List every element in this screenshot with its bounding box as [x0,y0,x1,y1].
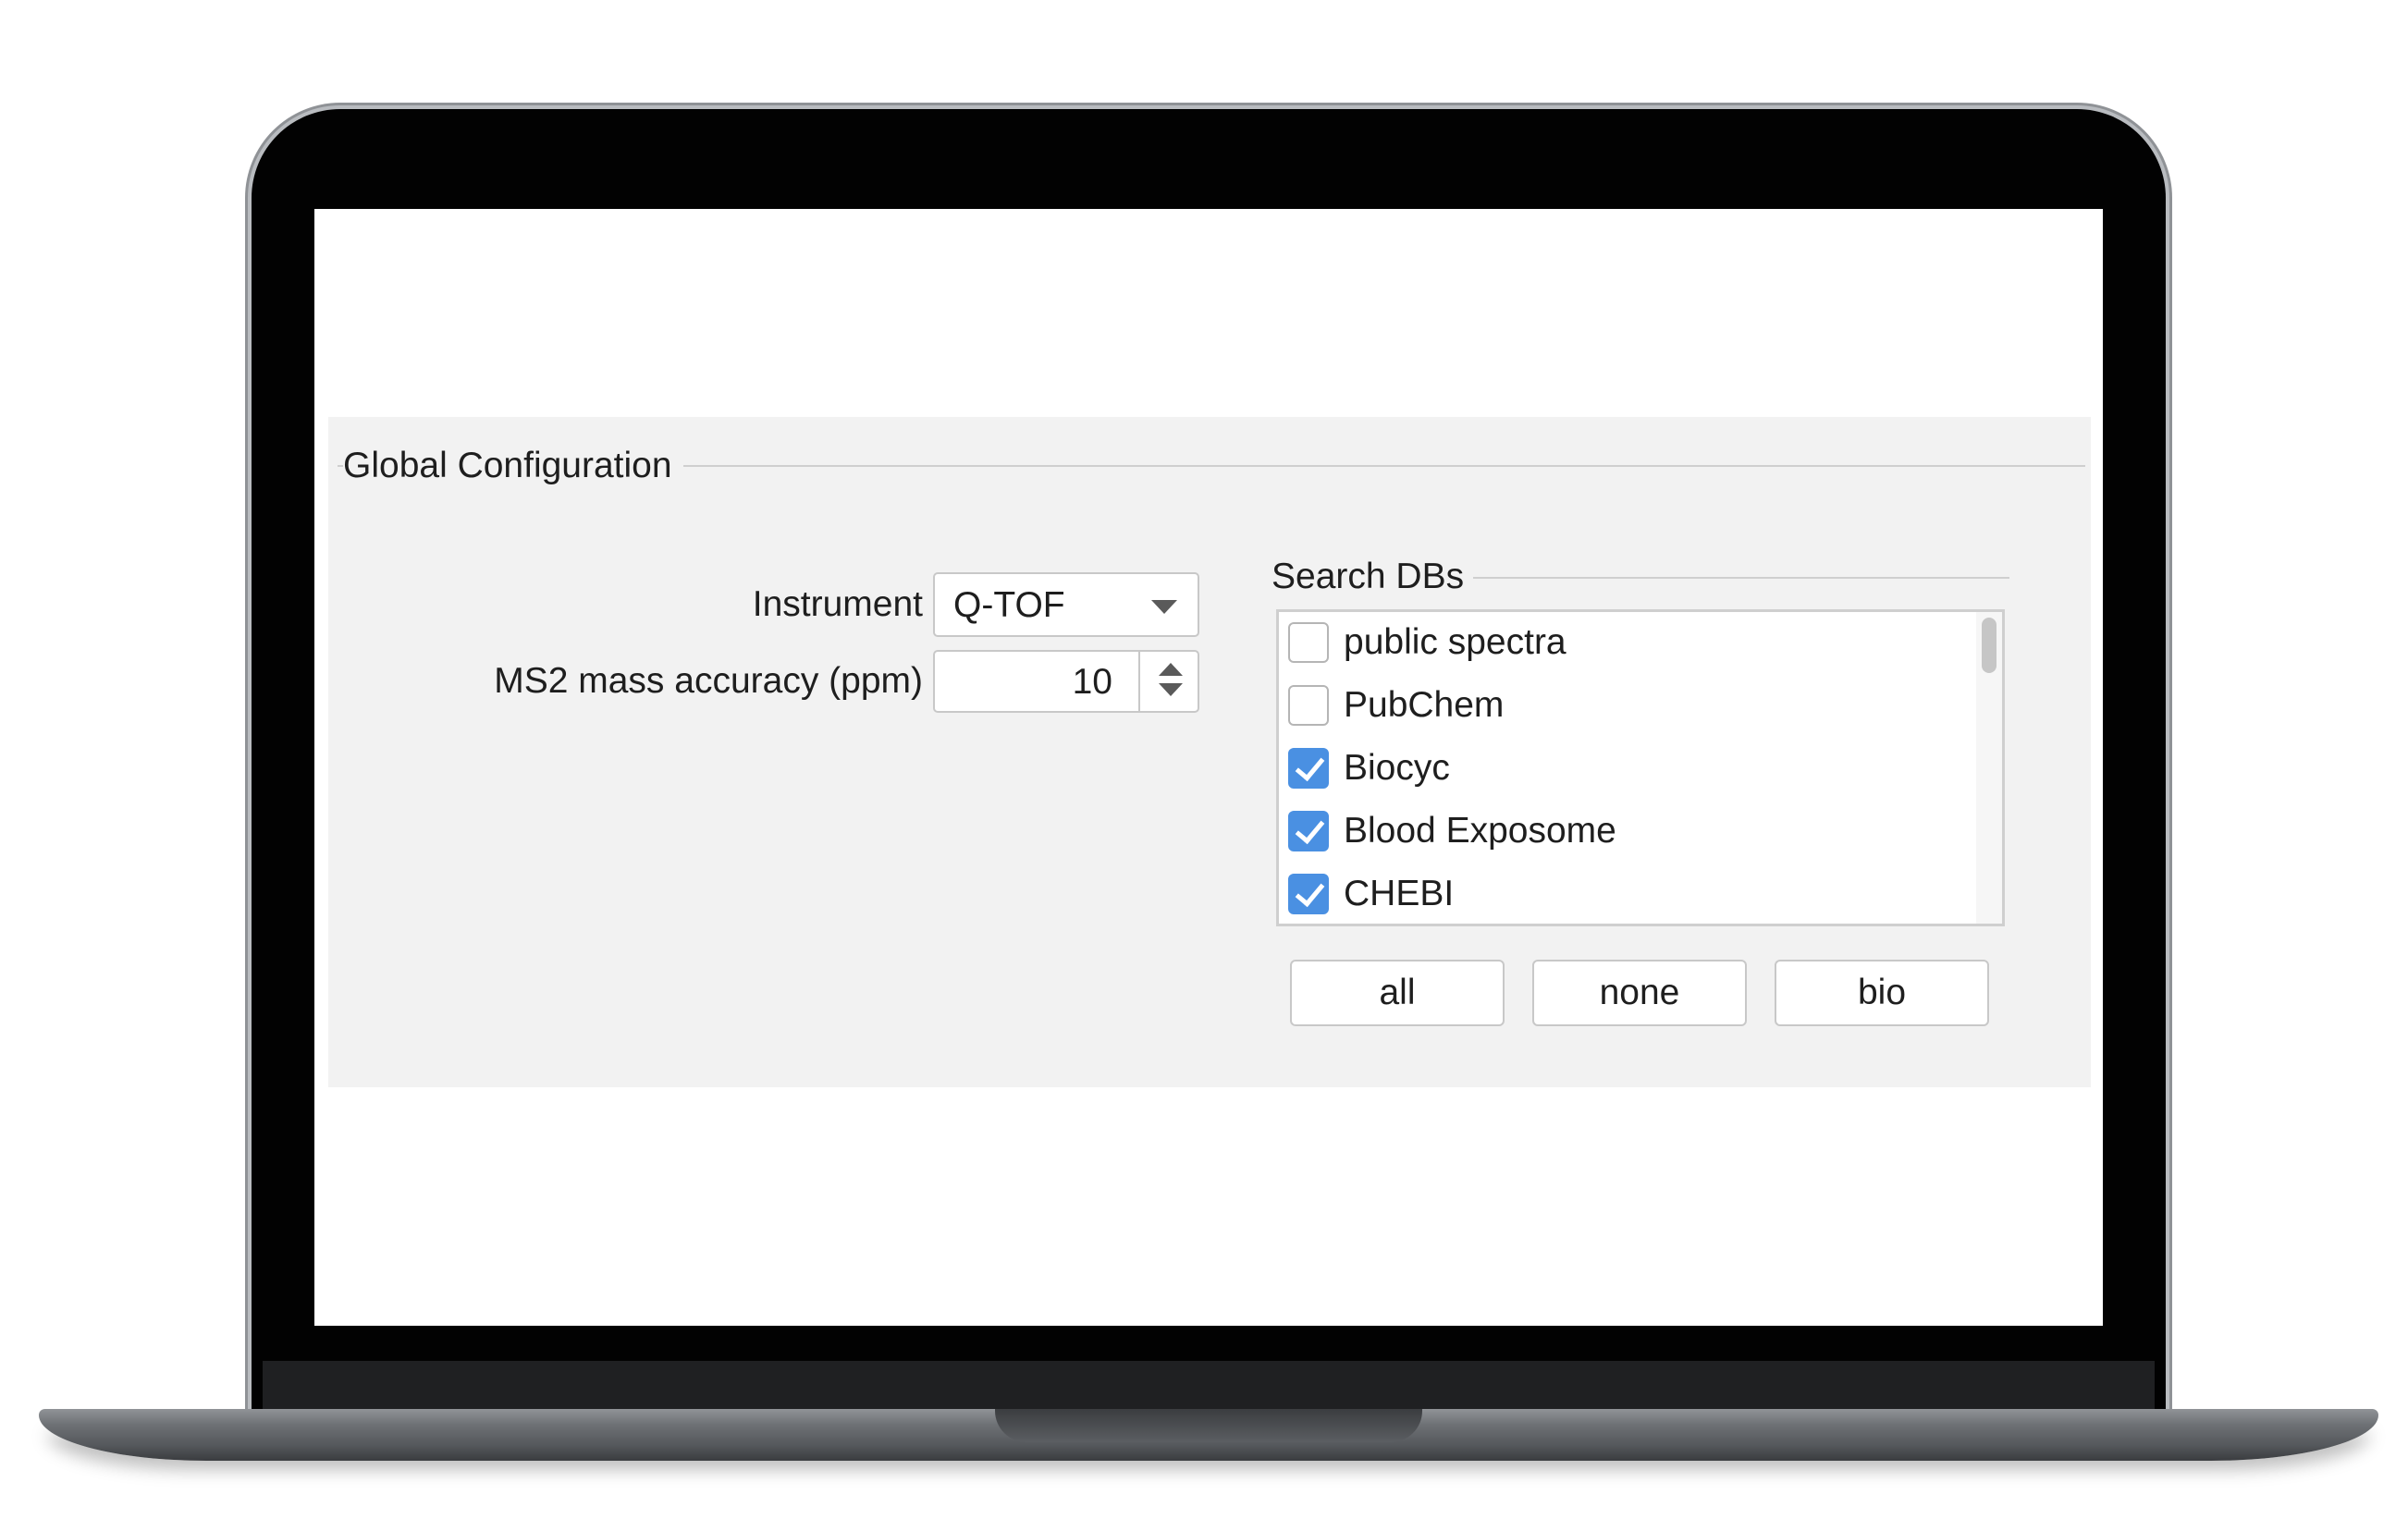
global-configuration-panel: Global Configuration Instrument Q-TOF MS… [328,417,2091,1087]
select-bio-button[interactable]: bio [1775,960,1989,1026]
laptop-screen: Global Configuration Instrument Q-TOF MS… [314,209,2103,1326]
db-label: public spectra [1344,622,1566,662]
db-checkbox-chebi[interactable] [1288,874,1329,914]
db-label: Biocyc [1344,748,1450,788]
db-label: PubChem [1344,685,1505,725]
laptop-bottom-bezel [263,1361,2155,1411]
instrument-dropdown[interactable]: Q-TOF [933,572,1199,637]
db-checkbox-biocyc[interactable] [1288,748,1329,789]
list-item[interactable]: public spectra [1288,615,1935,670]
list-item[interactable]: CHEBI [1288,866,1935,922]
db-checkbox-public-spectra[interactable] [1288,622,1329,663]
chevron-down-icon [1151,600,1177,614]
select-all-button[interactable]: all [1290,960,1505,1026]
list-scrollbar-thumb[interactable] [1982,618,1996,673]
db-checkbox-blood-exposome[interactable] [1288,811,1329,851]
list-item[interactable]: PubChem [1288,678,1935,733]
spin-down-arrow-icon[interactable] [1159,683,1183,696]
list-item[interactable]: Biocyc [1288,741,1935,796]
db-label: Blood Exposome [1344,811,1616,851]
select-none-button[interactable]: none [1532,960,1747,1026]
spin-up-arrow-icon[interactable] [1159,663,1183,676]
db-checkbox-pubchem[interactable] [1288,685,1329,726]
spinner-divider [1138,652,1140,711]
global-configuration-title: Global Configuration [343,443,683,489]
search-dbs-title: Search DBs [1272,554,1474,600]
ms2-mass-accuracy-label: MS2 mass accuracy (ppm) [494,661,923,701]
instrument-selected-value: Q-TOF [953,585,1065,625]
list-scrollbar-track[interactable] [1976,612,2002,924]
laptop-hinge-notch [995,1409,1422,1442]
list-item[interactable]: Blood Exposome [1288,803,1935,859]
ms2-mass-accuracy-spinner[interactable]: 10 [933,650,1199,713]
db-label: CHEBI [1344,874,1455,913]
ms2-mass-accuracy-value[interactable]: 10 [1073,659,1112,705]
instrument-label: Instrument [752,584,923,624]
search-dbs-list[interactable]: public spectra PubChem Biocyc Blood Expo… [1276,609,2005,926]
